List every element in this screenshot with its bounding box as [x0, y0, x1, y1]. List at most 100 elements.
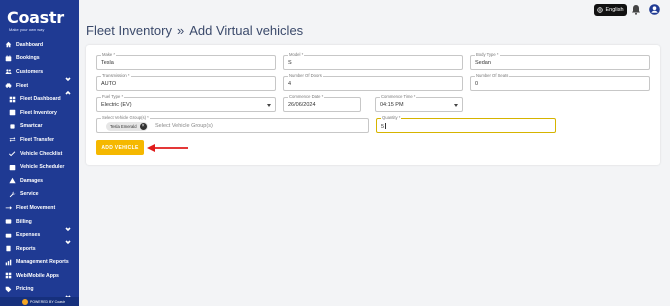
sidebar-nav: Dashboard Bookings Customers Fleet Fleet Das… — [0, 38, 79, 299]
sidebar-item-fleet-movement[interactable]: Fleet Movement — [0, 201, 79, 215]
language-label: English — [605, 7, 624, 13]
chevron-up-icon — [65, 83, 71, 95]
commence-time-select[interactable]: Commence Time * 04:15 PM — [375, 94, 463, 112]
sidebar-item-fleet-transfer[interactable]: Fleet Transfer — [0, 133, 79, 147]
commence-time-value: 04:15 PM — [380, 102, 404, 108]
sidebar-item-label: Fleet Movement — [16, 204, 56, 211]
sidebar-item-fleet-inventory[interactable]: Fleet Inventory — [0, 106, 79, 120]
vehicle-group-label: Select Vehicle Group(s) * — [101, 115, 150, 120]
sidebar-item-label: Fleet Dashboard — [20, 96, 61, 103]
sidebar-item-label: Expenses — [16, 232, 41, 239]
wrench-icon — [9, 191, 16, 198]
sidebar-item-billing[interactable]: Billing — [0, 215, 79, 231]
caret-down-icon — [267, 104, 271, 107]
make-label: Make * — [101, 52, 117, 57]
doors-label: Number Of Doors — [288, 73, 323, 78]
doors-field[interactable]: Number Of Doors 4 — [283, 73, 463, 91]
sidebar-item-label: Service — [20, 191, 39, 198]
sidebar-item-label: Bookings — [16, 55, 40, 62]
sidebar-item-vehicle-scheduler[interactable]: Vehicle Scheduler — [0, 160, 79, 174]
add-vehicle-button[interactable]: ADD VEHICLE — [96, 140, 144, 155]
body-type-label: Body Type * — [475, 52, 500, 57]
sidebar-item-label: Dashboard — [16, 41, 44, 48]
model-label: Model * — [288, 52, 305, 57]
chevron-down-icon — [65, 287, 71, 299]
sidebar-item-pricing[interactable]: Pricing — [0, 283, 79, 299]
transmission-label: Transmission * — [101, 73, 131, 78]
logo-tagline: Make your own way — [9, 27, 45, 32]
sidebar-item-label: Vehicle Checklist — [20, 150, 63, 157]
commence-date-value: 26/06/2024 — [288, 102, 316, 108]
apps-icon — [5, 272, 12, 279]
sidebar-item-label: Damages — [20, 177, 44, 184]
make-value: Tesla — [101, 60, 114, 66]
sidebar-item-reports[interactable]: Reports — [0, 242, 79, 256]
commence-date-label: Commence Date * — [288, 94, 325, 99]
powered-by: POWERED BY Coastr — [0, 297, 79, 306]
calendar-icon — [5, 55, 12, 62]
chevron-down-icon — [65, 232, 71, 245]
chip-icon — [9, 123, 16, 130]
fuel-type-select[interactable]: Fuel Type * Electric (EV) — [96, 94, 276, 112]
transmission-value: AUTO — [101, 81, 117, 87]
billing-icon — [5, 218, 12, 225]
sidebar-item-label: Vehicle Scheduler — [20, 164, 65, 171]
body-type-field[interactable]: Body Type * Sedan — [470, 52, 650, 70]
sidebar-item-label: Management Reports — [16, 259, 69, 266]
chart-icon — [5, 259, 12, 266]
sidebar-item-expenses[interactable]: Expenses — [0, 228, 79, 245]
transmission-field[interactable]: Transmission * AUTO — [96, 73, 276, 91]
sidebar-item-service[interactable]: Service — [0, 188, 79, 202]
seats-field[interactable]: Number Of Seats 0 — [470, 73, 650, 91]
make-field[interactable]: Make * Tesla — [96, 52, 276, 70]
sidebar-item-fleet-dashboard[interactable]: Fleet Dashboard — [0, 92, 79, 106]
movement-icon — [5, 204, 12, 211]
sidebar-item-smartcar[interactable]: Smartcar — [0, 120, 79, 134]
bell-icon[interactable] — [631, 4, 641, 15]
sidebar-item-label: Pricing — [16, 286, 34, 293]
users-icon — [5, 68, 12, 75]
commence-date-field[interactable]: Commence Date * 26/06/2024 — [283, 94, 361, 112]
sidebar-item-management-reports[interactable]: Management Reports — [0, 256, 79, 270]
commence-time-label: Commence Time * — [380, 94, 417, 99]
checklist-icon — [9, 150, 16, 157]
sidebar-item-web-mobile-apps[interactable]: Web/Mobile Apps — [0, 269, 79, 283]
page-title: Add Virtual vehicles — [189, 23, 304, 38]
quantity-label: Quantity * — [381, 115, 402, 120]
red-arrow-annotation — [147, 144, 188, 152]
model-field[interactable]: Model * S — [283, 52, 463, 70]
body-type-value: Sedan — [475, 60, 491, 66]
seats-label: Number Of Seats — [475, 73, 510, 78]
powered-by-text: POWERED BY Coastr — [30, 299, 65, 304]
model-value: S — [288, 60, 292, 66]
sidebar-item-vehicle-checklist[interactable]: Vehicle Checklist — [0, 147, 79, 161]
sidebar-item-customers[interactable]: Customers — [0, 65, 79, 82]
vehicle-group-chip: Tesla Emerald × — [106, 122, 148, 131]
sidebar-item-label: Fleet Transfer — [20, 136, 55, 143]
sidebar-item-dashboard[interactable]: Dashboard — [0, 38, 79, 52]
sidebar-item-bookings[interactable]: Bookings — [0, 52, 79, 66]
globe-icon — [597, 7, 604, 13]
sidebar-item-label: Smartcar — [20, 123, 43, 130]
sidebar-item-label: Fleet Inventory — [20, 109, 57, 116]
logo[interactable]: Coastr Make your own way — [7, 9, 77, 33]
language-button[interactable]: English — [594, 4, 627, 16]
sidebar-item-damages[interactable]: Damages — [0, 174, 79, 188]
logo-text: Coastr — [7, 8, 64, 27]
transfer-icon — [9, 136, 16, 143]
list-icon — [9, 109, 16, 116]
quantity-field[interactable]: Quantity * 5 — [376, 115, 556, 133]
topbar: English — [79, 0, 670, 20]
caret-down-icon — [454, 104, 458, 107]
sidebar-item-label: Customers — [16, 68, 44, 75]
chevron-down-icon — [65, 69, 71, 82]
vehicle-group-select[interactable]: Select Vehicle Group(s) * Tesla Emerald … — [96, 115, 369, 133]
seats-value: 0 — [475, 81, 479, 87]
sidebar-item-fleet[interactable]: Fleet — [0, 79, 79, 95]
sidebar: Coastr Make your own way Dashboard Bookin… — [0, 0, 79, 306]
report-icon — [5, 245, 12, 252]
dashboard-icon — [9, 96, 16, 103]
user-icon[interactable] — [649, 4, 660, 15]
remove-chip-icon[interactable]: × — [139, 123, 147, 130]
breadcrumb-parent[interactable]: Fleet Inventory — [86, 23, 172, 38]
